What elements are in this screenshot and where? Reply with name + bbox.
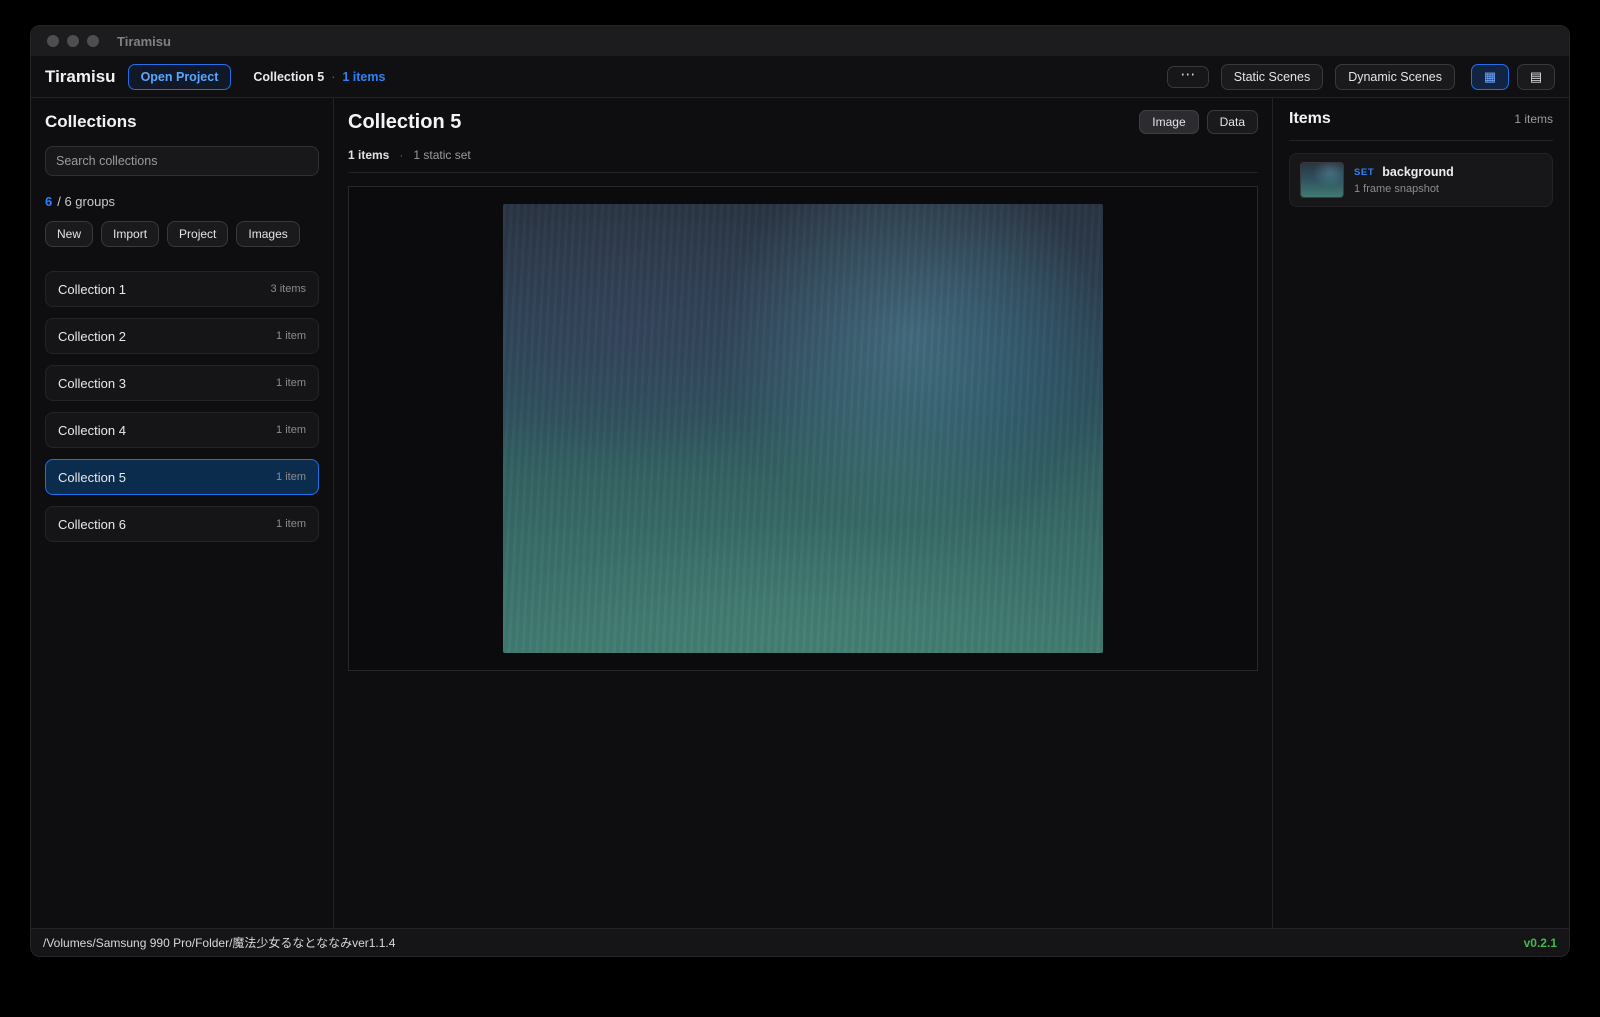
open-project-button[interactable]: Open Project (128, 64, 232, 90)
collection-name: Collection 3 (58, 376, 126, 391)
collection-list: Collection 1 3 items Collection 2 1 item… (45, 271, 319, 553)
project-path: /Volumes/Samsung 990 Pro/Folder/魔法少女るなとな… (43, 934, 395, 951)
main-panel: Collection 5 Image Data 1 items · 1 stat… (334, 98, 1272, 928)
item-card-background[interactable]: SET background 1 frame snapshot (1289, 153, 1553, 207)
ellipsis-icon: ⋯ (1180, 70, 1195, 80)
collection-list-item[interactable]: Collection 1 3 items (45, 271, 319, 307)
item-type-badge: SET (1354, 167, 1374, 178)
main-title-row: Collection 5 Image Data (348, 110, 1258, 134)
app-version: v0.2.1 (1524, 936, 1557, 950)
collection-name: Collection 6 (58, 517, 126, 532)
meta-separator: · (399, 148, 403, 162)
collections-sidebar: Collections 6 / 6 groups New Import Proj… (31, 98, 334, 928)
collection-list-item[interactable]: Collection 3 1 item (45, 365, 319, 401)
static-scenes-button[interactable]: Static Scenes (1221, 64, 1323, 90)
collection-item-count: 1 item (276, 518, 306, 530)
titlebar: Tiramisu (31, 26, 1569, 56)
collection-name: Collection 2 (58, 329, 126, 344)
maximize-window-button[interactable] (87, 35, 99, 47)
collection-list-item[interactable]: Collection 4 1 item (45, 412, 319, 448)
groups-count-line: 6 / 6 groups (45, 194, 319, 209)
meta-static-set: 1 static set (413, 148, 470, 162)
collection-name: Collection 5 (58, 470, 126, 485)
collection-name: Collection 4 (58, 423, 126, 438)
header-toolbar: Tiramisu Open Project Collection 5 · 1 i… (31, 56, 1569, 98)
items-heading: Items (1289, 110, 1331, 128)
items-count: 1 items (1514, 112, 1553, 126)
grid-icon: ▦ (1484, 69, 1496, 85)
app-window: Tiramisu Tiramisu Open Project Collectio… (30, 25, 1570, 957)
collection-preview-image[interactable] (503, 204, 1103, 653)
item-subtitle: 1 frame snapshot (1354, 183, 1454, 195)
minimize-window-button[interactable] (67, 35, 79, 47)
breadcrumb-collection: Collection 5 (253, 70, 324, 84)
tab-data[interactable]: Data (1207, 110, 1258, 134)
list-view-button[interactable]: ▤ (1517, 64, 1555, 90)
meta-items-count: 1 items (348, 148, 389, 162)
collection-item-count: 1 item (276, 424, 306, 436)
collection-item-count: 1 item (276, 330, 306, 342)
list-icon: ▤ (1530, 69, 1542, 85)
items-panel: Items 1 items SET background 1 frame sna… (1272, 98, 1569, 928)
image-preview-panel (348, 186, 1258, 671)
sidebar-actions: New Import Project Images (45, 221, 319, 247)
item-title-line: SET background (1354, 165, 1454, 179)
collection-item-count: 1 item (276, 471, 306, 483)
grid-view-button[interactable]: ▦ (1471, 64, 1509, 90)
close-window-button[interactable] (47, 35, 59, 47)
collection-list-item[interactable]: Collection 5 1 item (45, 459, 319, 495)
item-thumbnail (1300, 162, 1344, 198)
search-collections-input[interactable] (45, 146, 319, 176)
groups-count-value: 6 (45, 194, 52, 209)
new-collection-button[interactable]: New (45, 221, 93, 247)
more-options-button[interactable]: ⋯ (1167, 66, 1209, 88)
status-bar: /Volumes/Samsung 990 Pro/Folder/魔法少女るなとな… (31, 928, 1569, 956)
item-name: background (1382, 165, 1454, 179)
breadcrumb-separator: · (331, 70, 335, 84)
dynamic-scenes-button[interactable]: Dynamic Scenes (1335, 64, 1455, 90)
collection-meta: 1 items · 1 static set (348, 148, 1258, 162)
page-title: Collection 5 (348, 111, 461, 134)
content-area: Collections 6 / 6 groups New Import Proj… (31, 98, 1569, 928)
project-button[interactable]: Project (167, 221, 228, 247)
collection-item-count: 1 item (276, 377, 306, 389)
items-header: Items 1 items (1289, 110, 1553, 141)
collections-heading: Collections (45, 112, 319, 132)
collection-list-item[interactable]: Collection 6 1 item (45, 506, 319, 542)
import-button[interactable]: Import (101, 221, 159, 247)
images-button[interactable]: Images (236, 221, 299, 247)
main-divider (348, 172, 1258, 173)
collection-name: Collection 1 (58, 282, 126, 297)
window-title: Tiramisu (117, 34, 171, 49)
tab-image[interactable]: Image (1139, 110, 1198, 134)
app-name: Tiramisu (45, 67, 116, 87)
view-toggle-group: ▦ ▤ (1471, 64, 1555, 90)
item-text: SET background 1 frame snapshot (1354, 165, 1454, 195)
groups-count-label: / 6 groups (57, 194, 115, 209)
collection-item-count: 3 items (271, 283, 306, 295)
collection-list-item[interactable]: Collection 2 1 item (45, 318, 319, 354)
breadcrumb-item-count: 1 items (342, 70, 385, 84)
breadcrumb: Collection 5 · 1 items (253, 70, 385, 84)
